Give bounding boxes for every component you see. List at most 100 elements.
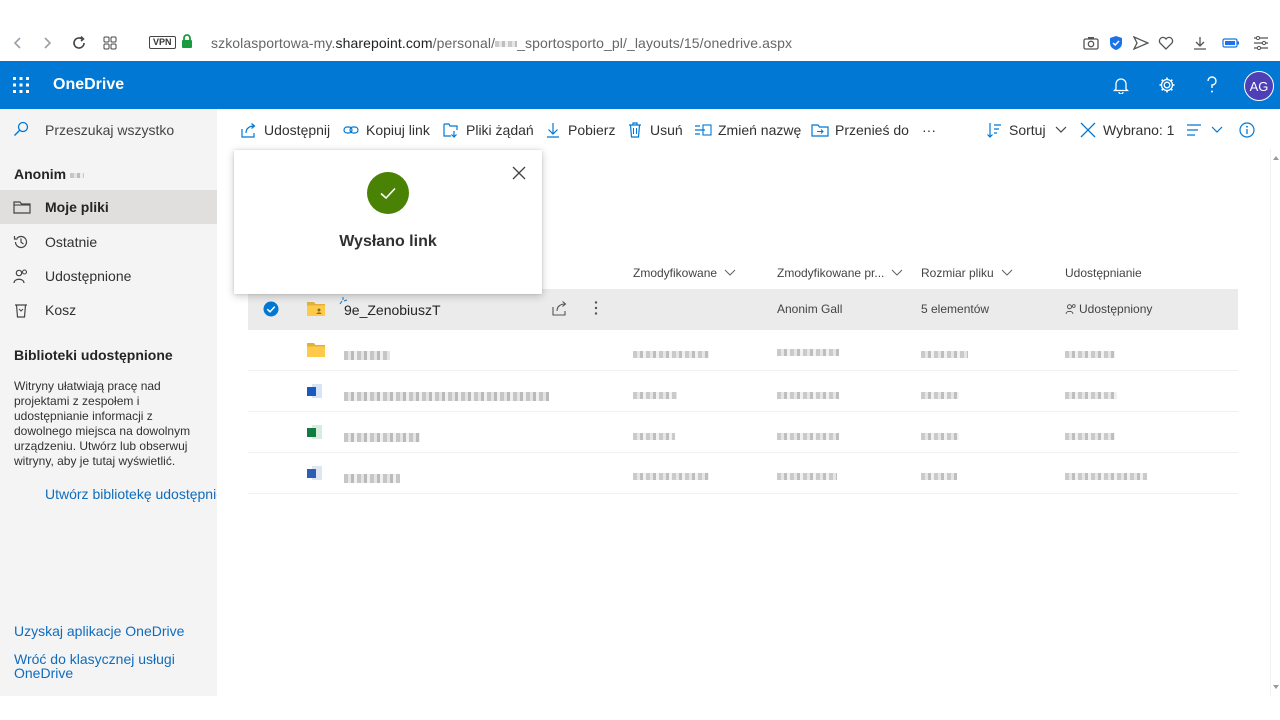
chevron-down-icon xyxy=(1211,126,1223,134)
reload-icon[interactable] xyxy=(69,33,89,53)
more-actions-button[interactable]: ··· xyxy=(922,121,936,139)
sharing-cell-label: Udostępniony xyxy=(1079,302,1153,316)
delete-label: Usuń xyxy=(650,122,683,138)
address-bar[interactable]: szkolasportowa-my.sharepoint.com/persona… xyxy=(211,35,792,51)
search-icon xyxy=(13,121,29,137)
folder-icon xyxy=(307,342,325,357)
app-launcher-icon[interactable] xyxy=(12,76,30,94)
sidebar-item-shared[interactable]: Udostępnione xyxy=(0,259,217,293)
gear-icon[interactable] xyxy=(1155,73,1179,97)
get-app-link[interactable]: Uzyskaj aplikacje OneDrive xyxy=(14,623,184,639)
url-host: sharepoint.com xyxy=(335,35,433,51)
column-header-label: Zmodyfikowane pr... xyxy=(777,266,885,280)
column-header-modified[interactable]: Zmodyfikowane xyxy=(633,266,736,280)
chevron-down-icon xyxy=(1055,126,1067,134)
table-row[interactable]: 9e_ZenobiuszT Anonim Gall 5 elementów Ud… xyxy=(248,289,1238,330)
menu-settings-icon[interactable] xyxy=(1252,34,1270,52)
scroll-down-arrow-icon[interactable] xyxy=(1273,685,1279,689)
download-button[interactable]: Pobierz xyxy=(544,121,615,139)
file-size-cell-redacted xyxy=(921,429,959,443)
sidebar-item-label: Moje pliki xyxy=(45,199,109,215)
app-title[interactable]: OneDrive xyxy=(53,76,124,94)
modified-cell-redacted xyxy=(633,388,677,402)
table-row[interactable] xyxy=(248,412,1238,453)
scroll-up-arrow-icon[interactable] xyxy=(1273,156,1279,160)
dialog-message: Wysłano link xyxy=(339,233,437,250)
info-pane-button[interactable] xyxy=(1238,121,1262,139)
create-library-link[interactable]: Utwórz bibliotekę udostępnioną xyxy=(45,486,217,502)
sort-button[interactable]: Sortuj xyxy=(985,121,1067,139)
command-bar: Udostępnij Kopiuj link Pliki żądań Pobie… xyxy=(217,109,1280,149)
file-name[interactable]: 9e_ZenobiuszT xyxy=(344,302,441,318)
sort-icon xyxy=(985,121,1003,139)
shared-folder-icon xyxy=(307,301,325,316)
table-row[interactable] xyxy=(248,330,1238,371)
avatar[interactable]: AG xyxy=(1244,71,1274,101)
left-navigation: Przeszukaj wszystko Anonim Moje pliki Os… xyxy=(0,109,217,696)
download-icon[interactable] xyxy=(1191,34,1209,52)
sidebar-item-label: Udostępnione xyxy=(45,268,132,284)
modified-by-cell-redacted xyxy=(777,469,837,483)
battery-icon[interactable] xyxy=(1222,34,1240,52)
help-icon[interactable] xyxy=(1200,73,1224,97)
modified-by-cell-redacted xyxy=(777,388,839,402)
close-icon[interactable] xyxy=(512,166,526,180)
column-header-file-size[interactable]: Rozmiar pliku xyxy=(921,266,1013,280)
heart-icon[interactable] xyxy=(1157,34,1175,52)
tabs-grid-icon[interactable] xyxy=(100,33,120,53)
more-vertical-icon[interactable] xyxy=(594,300,598,316)
camera-icon[interactable] xyxy=(1082,34,1100,52)
vertical-scrollbar[interactable] xyxy=(1270,149,1280,696)
clear-selection-button[interactable]: Wybrano: 1 xyxy=(1079,121,1174,139)
file-size-cell: 5 elementów xyxy=(921,302,990,316)
table-row[interactable] xyxy=(248,453,1238,494)
modified-cell-redacted xyxy=(633,429,675,443)
checkmark-circle-icon[interactable] xyxy=(263,301,279,317)
view-options-button[interactable] xyxy=(1185,121,1223,139)
delete-button[interactable]: Usuń xyxy=(626,121,683,139)
share-icon xyxy=(240,121,258,139)
app-header: OneDrive AG xyxy=(0,61,1280,109)
redacted-text xyxy=(777,392,839,399)
request-files-button[interactable]: Pliki żądań xyxy=(442,121,534,139)
search-box[interactable]: Przeszukaj wszystko xyxy=(0,109,217,149)
move-to-button[interactable]: Przenieś do xyxy=(811,121,909,139)
redacted-text xyxy=(344,392,549,401)
sidebar-item-recent[interactable]: Ostatnie xyxy=(0,225,217,259)
shield-icon[interactable] xyxy=(1107,34,1125,52)
lock-icon[interactable] xyxy=(181,34,193,48)
file-name-redacted xyxy=(344,429,420,445)
table-row[interactable] xyxy=(248,371,1238,412)
modified-by-cell-redacted xyxy=(777,345,839,359)
redacted-text xyxy=(1065,473,1147,480)
rename-button[interactable]: Zmień nazwę xyxy=(694,121,801,139)
forward-icon[interactable] xyxy=(37,33,57,53)
redacted-text xyxy=(921,392,959,399)
share-button[interactable]: Udostępnij xyxy=(240,121,330,139)
copy-link-button[interactable]: Kopiuj link xyxy=(342,121,430,139)
vpn-badge[interactable]: VPN xyxy=(149,36,176,49)
file-name-redacted xyxy=(344,388,549,404)
classic-onedrive-link[interactable]: Wróć do klasycznej usługi OneDrive xyxy=(14,652,194,680)
redacted-text xyxy=(921,433,959,440)
bell-icon[interactable] xyxy=(1109,73,1133,97)
column-header-modified-by[interactable]: Zmodyfikowane pr... xyxy=(777,266,903,280)
history-icon xyxy=(13,234,29,250)
link-icon xyxy=(342,121,360,139)
excel-sheet-icon xyxy=(307,424,323,440)
url-host-prefix: szkolasportowa-my. xyxy=(211,35,336,51)
sidebar-item-recycle-bin[interactable]: Kosz xyxy=(0,293,217,327)
chevron-down-icon xyxy=(1001,269,1013,277)
column-header-sharing[interactable]: Udostępnianie xyxy=(1065,266,1142,280)
redacted-text xyxy=(777,433,839,440)
share-label: Udostępnij xyxy=(264,122,331,138)
sort-label: Sortuj xyxy=(1009,122,1046,138)
url-path: /personal/ xyxy=(432,35,496,51)
send-icon[interactable] xyxy=(1132,34,1150,52)
back-icon[interactable] xyxy=(8,33,28,53)
redacted-text xyxy=(1065,392,1117,399)
sidebar-item-my-files[interactable]: Moje pliki xyxy=(0,190,217,224)
modified-by-cell: Anonim Gall xyxy=(777,302,843,316)
redacted-text xyxy=(344,433,420,442)
share-icon[interactable] xyxy=(552,300,568,316)
